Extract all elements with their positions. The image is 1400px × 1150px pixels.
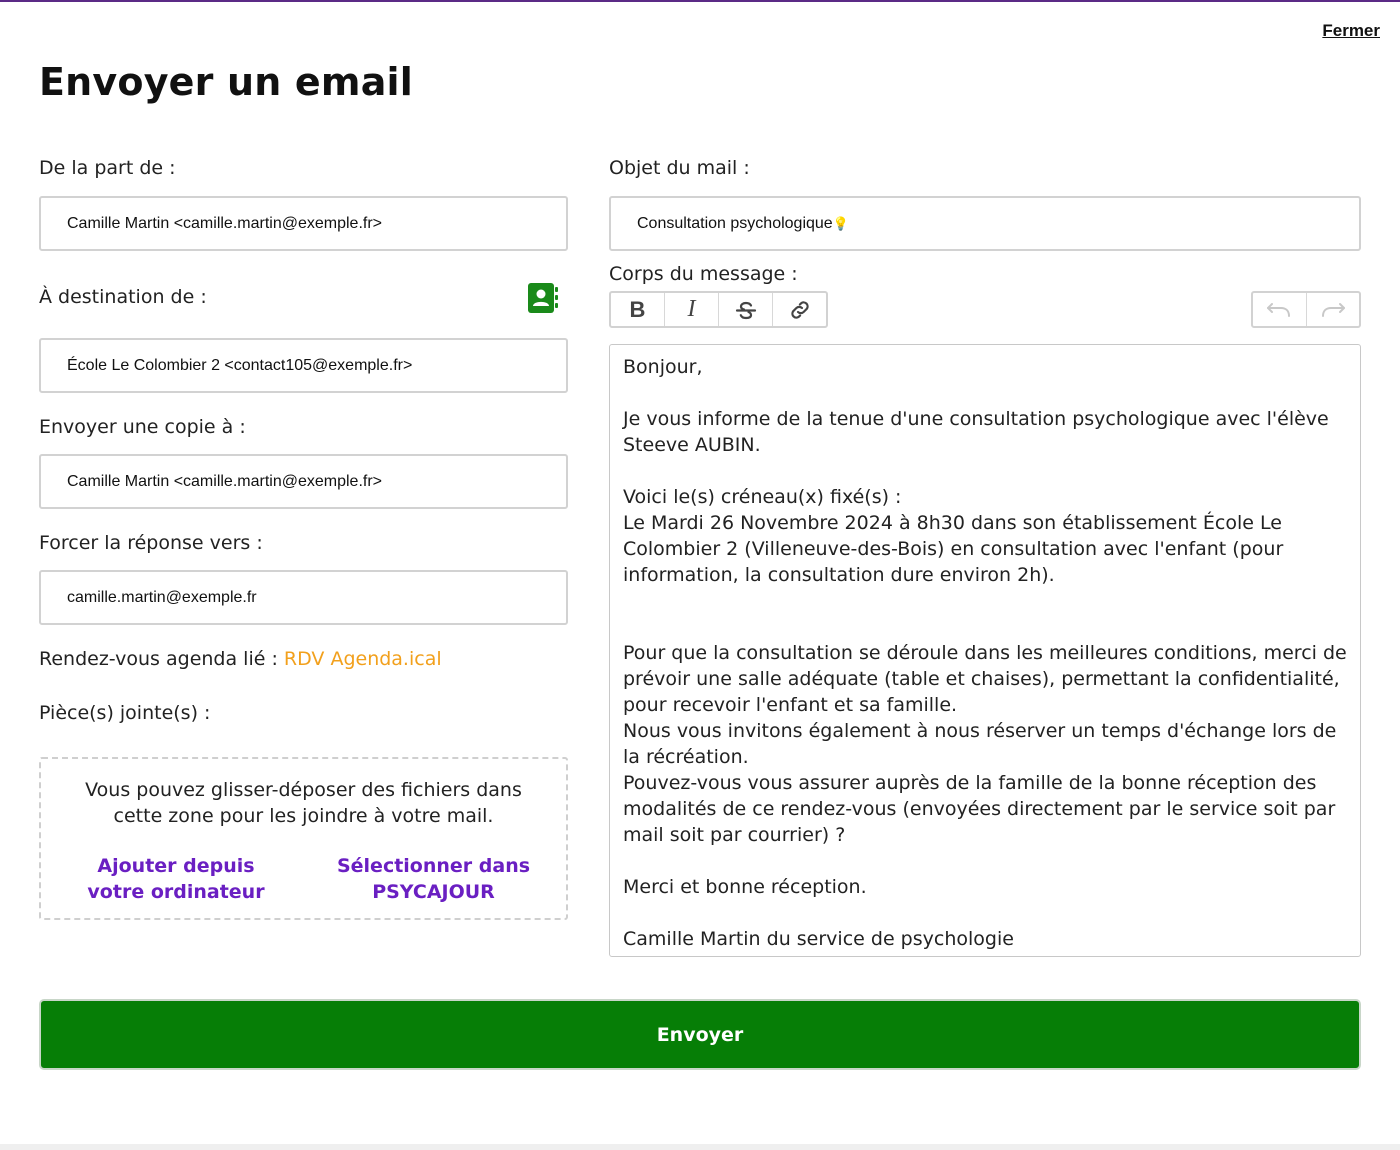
body-line (623, 588, 1347, 614)
send-button[interactable]: Envoyer (39, 999, 1361, 1070)
history-toolbar (1251, 291, 1361, 328)
cc-label: Envoyer une copie à : (39, 416, 246, 438)
bold-icon: B (629, 296, 646, 322)
agenda-link[interactable]: RDV Agenda.ical (284, 648, 442, 670)
body-line: Camille Martin du service de psychologie (623, 928, 1014, 950)
link-icon (790, 300, 809, 319)
attachments-label: Pièce(s) jointe(s) : (39, 702, 211, 724)
reply-to-value: camille.martin@exemple.fr (67, 588, 257, 606)
reply-to-label: Forcer la réponse vers : (39, 532, 263, 554)
to-label: À destination de : (39, 286, 207, 308)
message-body-editor[interactable]: Bonjour, Je vous informe de la tenue d'u… (609, 344, 1361, 957)
italic-button[interactable]: I (665, 293, 719, 326)
italic-icon: I (687, 296, 696, 322)
body-line: Bonjour, (623, 356, 703, 378)
body-line: Le Mardi 26 Novembre 2024 à 8h30 dans so… (623, 512, 1284, 586)
strikethrough-icon (735, 301, 756, 319)
redo-button[interactable] (1307, 293, 1360, 326)
body-label: Corps du message : (609, 263, 798, 285)
from-field[interactable]: Camille Martin <camille.martin@exemple.f… (39, 196, 568, 251)
body-line: Merci et bonne réception. (623, 876, 867, 898)
from-label: De la part de : (39, 157, 176, 179)
body-line: Pouvez-vous vous assurer auprès de la fa… (623, 772, 1336, 846)
address-book-icon[interactable] (528, 282, 558, 314)
reply-to-field[interactable]: camille.martin@exemple.fr (39, 570, 568, 625)
add-from-computer-link[interactable]: Ajouter depuis votre ordinateur (71, 853, 281, 905)
to-field[interactable]: École Le Colombier 2 <contact105@exemple… (39, 338, 568, 393)
subject-label: Objet du mail : (609, 157, 750, 179)
undo-icon (1267, 302, 1291, 317)
strikethrough-button[interactable] (719, 293, 773, 326)
body-line: Je vous informe de la tenue d'une consul… (623, 408, 1329, 456)
body-line (623, 380, 1347, 406)
page-title: Envoyer un email (39, 60, 413, 104)
body-line (623, 900, 1347, 926)
redo-icon (1321, 302, 1345, 317)
agenda-row: Rendez-vous agenda lié : RDV Agenda.ical (39, 648, 442, 670)
subject-value: Consultation psychologique (637, 214, 833, 232)
dropzone-text: Vous pouvez glisser-déposer des fichiers… (85, 779, 522, 827)
subject-field[interactable]: Consultation psychologique 💡 (609, 196, 1361, 251)
body-line: Pour que la consultation se déroule dans… (623, 642, 1347, 716)
editor-toolbar: B I (609, 291, 828, 328)
cc-field[interactable]: Camille Martin <camille.martin@exemple.f… (39, 454, 568, 509)
attachments-dropzone[interactable]: Vous pouvez glisser-déposer des fichiers… (39, 757, 568, 920)
body-line: Voici le(s) créneau(x) fixé(s) : (623, 486, 902, 508)
undo-button[interactable] (1253, 293, 1307, 326)
cc-value: Camille Martin <camille.martin@exemple.f… (67, 472, 382, 490)
from-value: Camille Martin <camille.martin@exemple.f… (67, 214, 382, 232)
agenda-label: Rendez-vous agenda lié : (39, 648, 284, 670)
link-button[interactable] (773, 293, 826, 326)
close-link[interactable]: Fermer (1322, 21, 1380, 41)
email-modal: Fermer Envoyer un email De la part de : … (0, 0, 1400, 1150)
body-line (623, 848, 1347, 874)
body-line (623, 458, 1347, 484)
body-line (623, 614, 1347, 640)
to-value: École Le Colombier 2 <contact105@exemple… (67, 356, 413, 374)
lightbulb-emoji: 💡 (832, 215, 849, 231)
bottom-divider (0, 1144, 1400, 1150)
bold-button[interactable]: B (611, 293, 665, 326)
select-from-psycajour-link[interactable]: Sélectionner dans PSYCAJOUR (331, 853, 536, 905)
body-line: Nous vous invitons également à nous rése… (623, 720, 1337, 768)
